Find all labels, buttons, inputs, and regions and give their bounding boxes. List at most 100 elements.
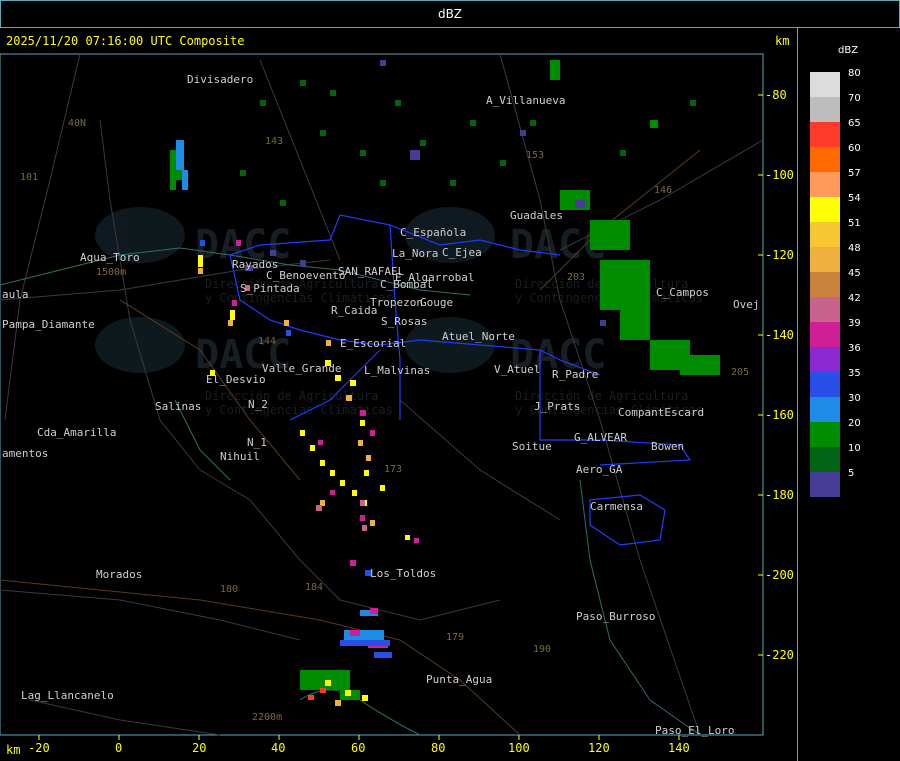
y-tick: -180 — [765, 488, 794, 502]
x-tick: 20 — [192, 741, 206, 755]
legend-swatch — [810, 147, 840, 172]
place-n-2: N_2 — [248, 398, 268, 411]
legend-swatch — [810, 122, 840, 147]
place-a-villanueva: A_Villanueva — [486, 94, 565, 107]
y-tick: -100 — [765, 168, 794, 182]
route-179: 179 — [446, 632, 464, 643]
x-tick: -20 — [28, 741, 50, 755]
legend-label: 57 — [848, 168, 861, 179]
place-n-1: N_1 — [247, 436, 267, 449]
elev-2200m: 2200m — [252, 712, 282, 723]
place-gouge: Gouge — [420, 296, 453, 309]
route-190: 190 — [533, 644, 551, 655]
place-atuel-norte: Atuel_Norte — [442, 330, 515, 343]
route-153: 153 — [526, 150, 544, 161]
route-184: 184 — [305, 582, 323, 593]
place-amentos: amentos — [2, 447, 48, 460]
legend-label: 70 — [848, 93, 861, 104]
route-40n: 40N — [68, 118, 86, 129]
place-nihuil: Nihuil — [220, 450, 260, 463]
place-r-padre: R_Padre — [552, 368, 598, 381]
legend-label: 30 — [848, 393, 861, 404]
place-v-atuel: V_Atuel — [494, 363, 540, 376]
x-tick: 100 — [508, 741, 530, 755]
place-soitue: Soitue — [512, 440, 552, 453]
place-aero-ga: Aero_GA — [576, 463, 623, 476]
legend-swatch — [810, 347, 840, 372]
watermark-line1-c: Dirección de Agricultura — [205, 389, 378, 403]
legend-swatch — [810, 97, 840, 122]
place-el-desvio: El_Desvio — [206, 373, 266, 386]
route-203: 203 — [567, 272, 585, 283]
legend-swatch — [810, 272, 840, 297]
place-guadales: Guadales — [510, 209, 563, 222]
route-146: 146 — [654, 185, 672, 196]
x-tick: 140 — [668, 741, 690, 755]
route-144: 144 — [258, 336, 276, 347]
place-salinas: Salinas — [155, 400, 201, 413]
place-r-caida: R_Caida — [331, 304, 377, 317]
legend-label: 60 — [848, 143, 861, 154]
place-ovej: Ovej — [733, 298, 760, 311]
x-tick: 0 — [115, 741, 122, 755]
legend-label: 45 — [848, 268, 861, 279]
legend-label: 80 — [848, 68, 861, 79]
legend-swatch — [810, 422, 840, 447]
route-143: 143 — [265, 136, 283, 147]
place-aula: aula — [2, 288, 29, 301]
radar-window: dBZ 2025/11/20 07:16:00 UTC Composite km… — [0, 0, 900, 761]
y-tick: -80 — [765, 88, 787, 102]
y-tick: -200 — [765, 568, 794, 582]
radar-map[interactable]: DACC DACC DACC DACC Dirección de Agricul… — [0, 0, 797, 761]
place-pampa-diamante: Pampa_Diamante — [2, 318, 95, 331]
y-axis: -80 -100 -120 -140 -160 -180 -200 -220 — [765, 88, 794, 662]
place-valle-grande: Valle_Grande — [262, 362, 341, 375]
place-paso-burroso: Paso_Burroso — [576, 610, 655, 623]
legend-swatch — [810, 297, 840, 322]
route-173: 173 — [384, 464, 402, 475]
route-205: 205 — [731, 367, 749, 378]
place-c-benoevento: C_Benoevento — [266, 269, 345, 282]
route-101: 101 — [20, 172, 38, 183]
y-tick-marks — [758, 94, 763, 656]
place-carmensa: Carmensa — [590, 500, 643, 513]
legend-swatch — [810, 447, 840, 472]
place-e-escorial: E_Escorial — [340, 337, 406, 350]
x-axis: -20 0 20 40 60 80 100 120 140 — [28, 741, 690, 755]
legend-label: 5 — [848, 468, 855, 479]
legend-swatch — [810, 72, 840, 97]
place-aqua-toro: Aqua_Toro — [80, 251, 140, 264]
route-180: 180 — [220, 584, 238, 595]
legend-label: 10 — [848, 443, 861, 454]
y-tick: -140 — [765, 328, 794, 342]
place-c-bombal: C_Bombal — [380, 278, 433, 291]
place-g-alvear: G_ALVEAR — [574, 431, 627, 444]
legend-swatch — [810, 472, 840, 497]
place-c-ejea: C_Ejea — [442, 246, 482, 259]
legend-swatch — [810, 247, 840, 272]
place-cda-amarilla: Cda_Amarilla — [37, 426, 116, 439]
legend-label: 65 — [848, 118, 861, 129]
legend-swatch — [810, 372, 840, 397]
y-tick: -120 — [765, 248, 794, 262]
legend-label: 35 — [848, 368, 861, 379]
place-s-pintada: S_Pintada — [240, 282, 300, 295]
legend-label: 48 — [848, 243, 861, 254]
place-lag-llancanelo: Lag_Llancanelo — [21, 689, 114, 702]
legend-label: 51 — [848, 218, 861, 229]
x-tick: 80 — [431, 741, 445, 755]
legend-label: 39 — [848, 318, 861, 329]
x-tick: 60 — [351, 741, 365, 755]
legend-label: 54 — [848, 193, 861, 204]
legend-label: 20 — [848, 418, 861, 429]
place-c-campos: C_Campos — [656, 286, 709, 299]
legend-swatch — [810, 197, 840, 222]
legend-label: 36 — [848, 343, 861, 354]
y-tick: -220 — [765, 648, 794, 662]
legend-swatch — [810, 322, 840, 347]
place-divisadero: Divisadero — [187, 73, 253, 86]
elev-1500m: 1500m — [96, 267, 126, 278]
x-tick-marks — [38, 735, 680, 740]
place-j-prats: J_Prats — [534, 400, 580, 413]
legend-swatch — [810, 172, 840, 197]
